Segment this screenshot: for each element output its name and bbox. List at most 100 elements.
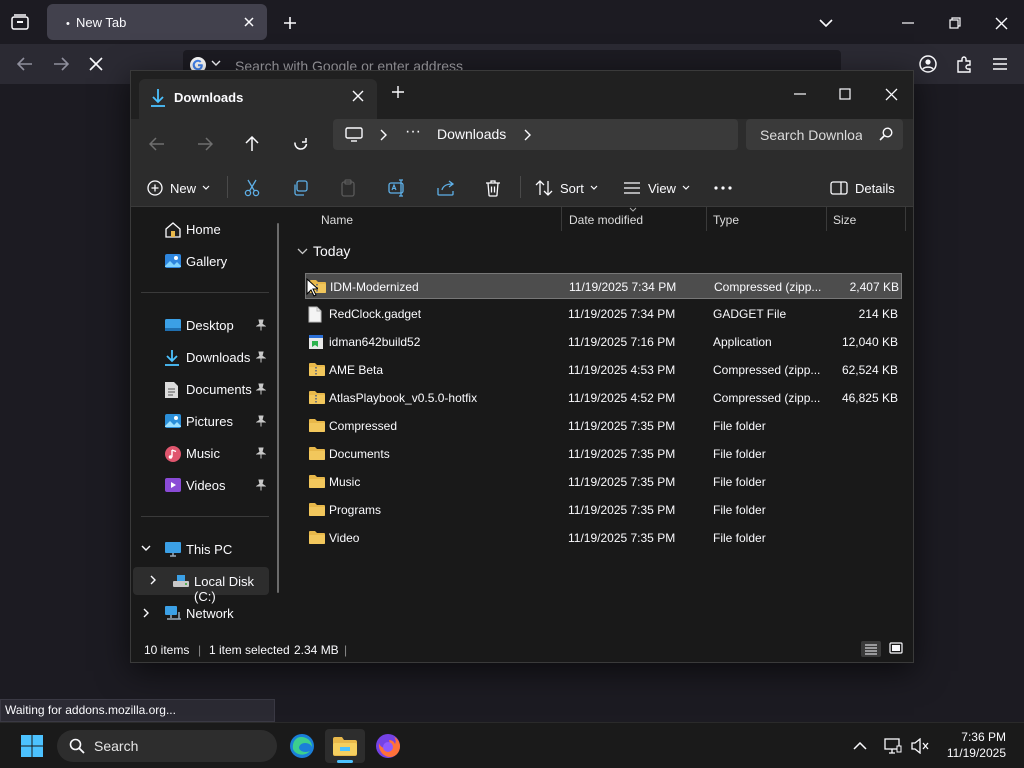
breadcrumb-ellipsis[interactable]: ···	[405, 123, 421, 141]
engine-dropdown-chevron-icon[interactable]	[211, 59, 221, 67]
nav-item-gallery[interactable]: Gallery	[131, 247, 279, 275]
file-row-music[interactable]: Music 11/19/2025 7:35 PM File folder	[305, 469, 902, 495]
taskbar-search-box[interactable]: Search	[57, 730, 277, 762]
folder-icon	[308, 530, 326, 545]
group-header-today[interactable]: Today	[297, 243, 350, 259]
nav-item-documents[interactable]: Documents	[131, 375, 279, 403]
close-browser-icon[interactable]	[989, 11, 1013, 35]
nav-item-downloads[interactable]: Downloads	[131, 343, 279, 371]
maximize-icon[interactable]	[822, 79, 868, 109]
collapsed-chevron-icon[interactable]	[150, 575, 157, 585]
pin-icon[interactable]	[256, 383, 266, 395]
explorer-status-bar: 10 items | 1 item selected 2.34 MB |	[131, 637, 913, 663]
file-explorer-taskbar-icon[interactable]	[325, 729, 365, 763]
path-breadcrumb[interactable]: ··· Downloads	[333, 119, 738, 150]
firefox-view-icon[interactable]	[8, 10, 32, 34]
list-all-tabs-chevron-icon[interactable]	[814, 11, 838, 35]
nav-item-pictures[interactable]: Pictures	[131, 407, 279, 435]
minimize-icon[interactable]	[777, 79, 823, 109]
file-row-ame-beta[interactable]: AME Beta 11/19/2025 4:53 PM Compressed (zi…	[305, 357, 902, 383]
pin-icon[interactable]	[256, 415, 266, 427]
volume-muted-icon[interactable]	[904, 729, 936, 763]
rename-icon[interactable]	[388, 176, 406, 200]
explorer-new-tab-plus-icon[interactable]	[391, 85, 405, 99]
nav-item-this-pc[interactable]: This PC	[131, 535, 279, 563]
show-hidden-icons-chevron-icon[interactable]	[842, 729, 878, 763]
copy-icon[interactable]	[292, 176, 308, 200]
view-button[interactable]: View	[623, 176, 690, 200]
back-arrow-icon[interactable]	[143, 130, 171, 158]
explorer-search-input[interactable]: Search Downloads	[746, 119, 903, 150]
navigation-pane-scrollbar[interactable]	[277, 223, 279, 593]
paste-icon[interactable]	[340, 176, 356, 200]
collapsed-chevron-icon[interactable]	[143, 608, 150, 618]
delete-trash-icon[interactable]	[485, 176, 501, 200]
new-tab-plus-icon[interactable]	[278, 11, 302, 35]
pin-icon[interactable]	[256, 351, 266, 363]
forward-arrow-icon[interactable]	[49, 52, 73, 76]
details-pane-button[interactable]: Details	[830, 176, 895, 200]
stop-loading-icon[interactable]	[84, 52, 108, 76]
sort-button[interactable]: Sort	[535, 176, 598, 200]
column-divider[interactable]	[905, 207, 906, 231]
nav-item-videos[interactable]: Videos	[131, 471, 279, 499]
column-header-name[interactable]: Name	[321, 213, 353, 227]
more-options-icon[interactable]	[714, 176, 732, 200]
close-window-icon[interactable]	[868, 79, 914, 109]
browser-tab-new-tab[interactable]: • New Tab	[47, 4, 267, 40]
taskbar-clock[interactable]: 7:36 PM 11/19/2025	[947, 729, 1006, 761]
column-divider[interactable]	[706, 207, 707, 231]
nav-item-home[interactable]: Home	[131, 215, 279, 243]
hamburger-menu-icon[interactable]	[988, 52, 1012, 76]
account-icon[interactable]	[916, 52, 940, 76]
cut-icon[interactable]	[244, 176, 260, 200]
details-view-icon[interactable]	[861, 641, 881, 657]
pin-icon[interactable]	[256, 319, 266, 331]
minimize-icon[interactable]	[896, 11, 920, 35]
extensions-puzzle-icon[interactable]	[952, 52, 976, 76]
breadcrumb-chevron-icon[interactable]	[379, 129, 387, 141]
nav-item-label: Desktop	[186, 318, 234, 333]
new-button[interactable]: New	[147, 176, 210, 200]
file-row-idm-modernized[interactable]: IDM-Modernized 11/19/2025 7:34 PM Compress…	[305, 273, 902, 299]
file-row-idman642build52[interactable]: idman642build52 11/19/2025 7:16 PM Applica…	[305, 329, 902, 355]
start-windows-icon[interactable]	[12, 729, 52, 763]
edge-browser-icon[interactable]	[282, 729, 322, 763]
restore-icon[interactable]	[943, 11, 967, 35]
monitor-icon[interactable]	[345, 127, 363, 142]
nav-item-music[interactable]: Music	[131, 439, 279, 467]
explorer-tab-downloads[interactable]: Downloads	[139, 79, 377, 119]
pictures-icon	[164, 413, 182, 429]
close-tab-icon[interactable]	[241, 14, 257, 30]
share-icon[interactable]	[437, 176, 455, 200]
expanded-chevron-icon[interactable]	[141, 545, 151, 552]
column-divider[interactable]	[826, 207, 827, 231]
file-row-compressed[interactable]: Compressed 11/19/2025 7:35 PM File folder	[305, 413, 902, 439]
pin-icon[interactable]	[256, 447, 266, 459]
file-row-programs[interactable]: Programs 11/19/2025 7:35 PM File folder	[305, 497, 902, 523]
breadcrumb-chevron-icon[interactable]	[523, 129, 531, 141]
file-type: File folder	[713, 531, 766, 545]
chevron-down-icon	[682, 185, 690, 190]
column-divider[interactable]	[561, 207, 562, 231]
forward-arrow-icon[interactable]	[191, 130, 219, 158]
firefox-browser-icon[interactable]	[368, 729, 408, 763]
back-arrow-icon[interactable]	[13, 52, 37, 76]
nav-item-label: Pictures	[186, 414, 233, 429]
column-header-type[interactable]: Type	[713, 213, 739, 227]
column-header-size[interactable]: Size	[833, 213, 856, 227]
large-icons-view-icon[interactable]	[889, 642, 903, 654]
refresh-icon[interactable]	[287, 130, 315, 158]
nav-item-desktop[interactable]: Desktop	[131, 311, 279, 339]
breadcrumb-current[interactable]: Downloads	[437, 126, 506, 142]
nav-item-network[interactable]: Network	[131, 599, 279, 627]
column-header-date-modified[interactable]: Date modified	[569, 213, 643, 227]
pin-icon[interactable]	[256, 479, 266, 491]
nav-item-local-disk[interactable]: Local Disk (C:)	[133, 567, 269, 604]
up-arrow-icon[interactable]	[238, 130, 266, 158]
close-tab-icon[interactable]	[351, 89, 365, 103]
file-row-redclock-gadget[interactable]: RedClock.gadget 11/19/2025 7:34 PM GADGET …	[305, 301, 902, 327]
file-row-documents[interactable]: Documents 11/19/2025 7:35 PM File folder	[305, 441, 902, 467]
file-row-video[interactable]: Video 11/19/2025 7:35 PM File folder	[305, 525, 902, 551]
file-row-atlasplaybook-v0-5-0-hotfix[interactable]: AtlasPlaybook_v0.5.0-hotfix 11/19/2025 4:…	[305, 385, 902, 411]
